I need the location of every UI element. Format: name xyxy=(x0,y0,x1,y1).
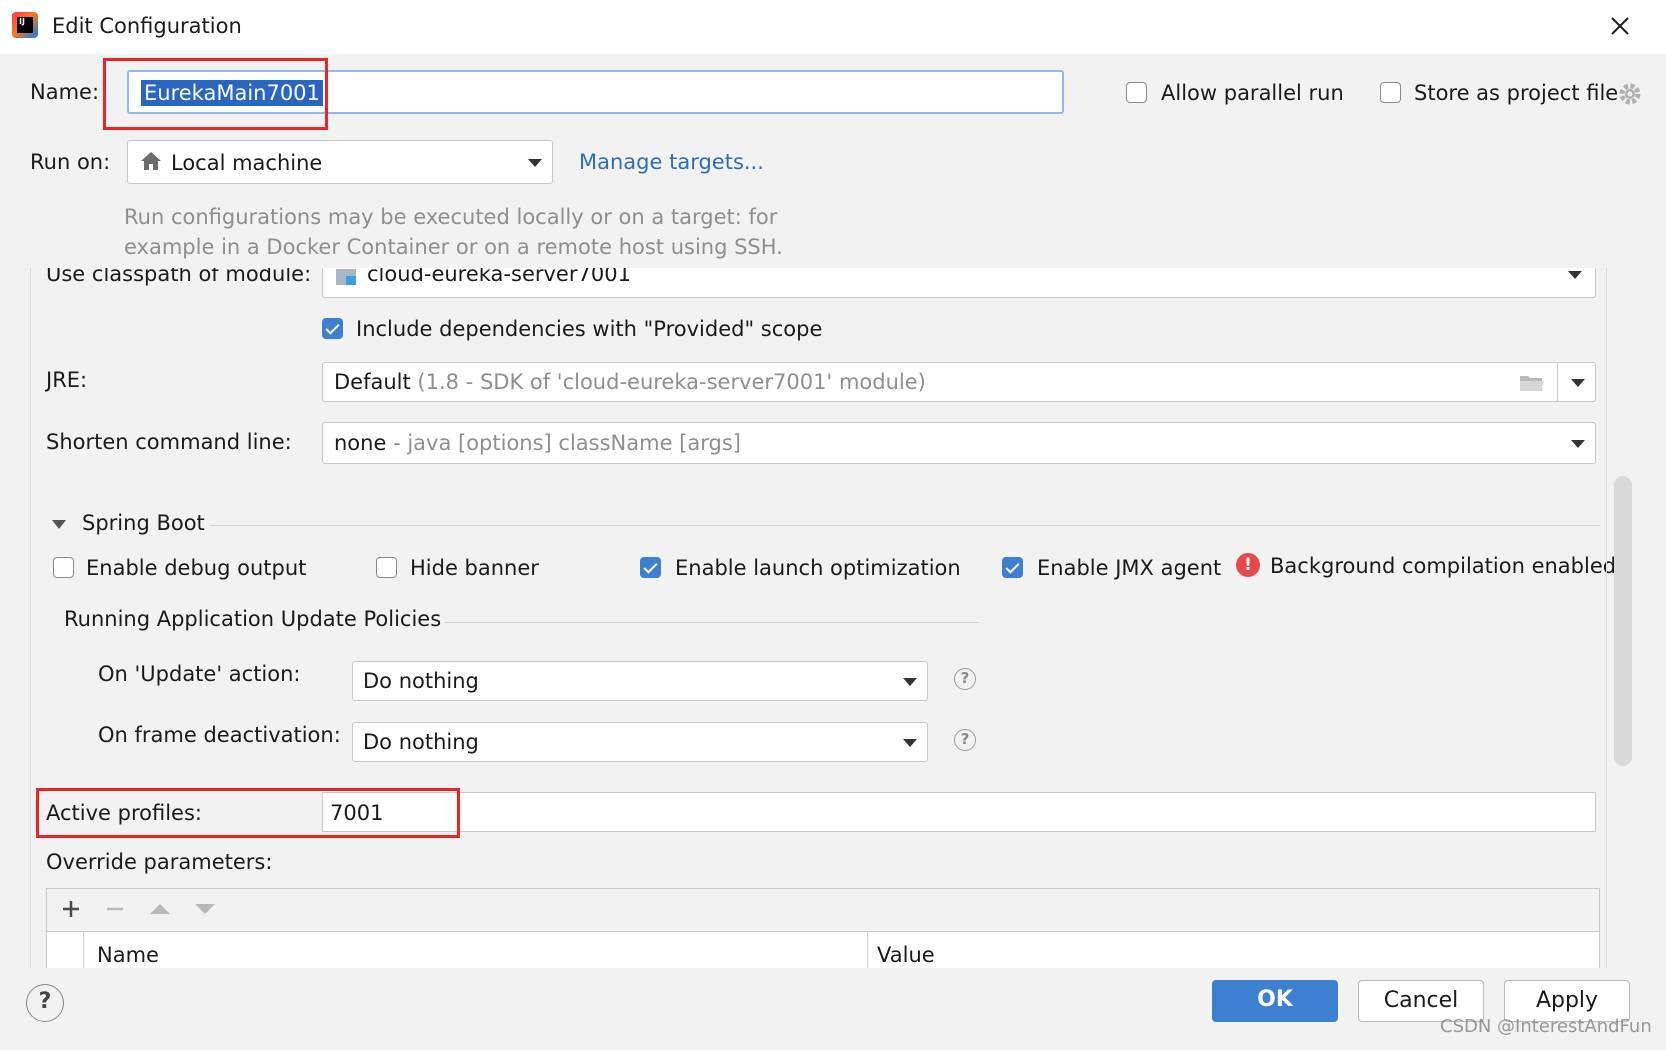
spring-boot-section-title: Spring Boot xyxy=(82,511,205,535)
run-on-select[interactable]: Local machine xyxy=(127,140,553,184)
update-policies-separator xyxy=(444,622,979,623)
ok-button[interactable]: OK xyxy=(1212,980,1338,1022)
chevron-down-icon xyxy=(1571,440,1585,448)
add-icon[interactable] xyxy=(59,897,83,921)
config-scroll-panel: Use classpath of module: cloud-eureka-se… xyxy=(0,268,1666,968)
run-on-hint-line1: Run configurations may be executed local… xyxy=(124,205,778,229)
move-up-icon[interactable] xyxy=(150,904,170,914)
close-icon[interactable] xyxy=(1606,12,1634,40)
collapse-triangle-icon[interactable] xyxy=(52,520,66,529)
chevron-down-icon xyxy=(528,159,542,167)
on-update-value: Do nothing xyxy=(363,669,479,693)
help-icon[interactable]: ? xyxy=(954,729,976,751)
background-compilation-label: Background compilation enabled xyxy=(1270,554,1617,578)
column-header-value[interactable]: Value xyxy=(877,945,935,966)
move-down-icon[interactable] xyxy=(195,904,215,914)
enable-jmx-agent-checkbox[interactable] xyxy=(1002,557,1023,578)
intellij-logo-icon: IJ xyxy=(12,12,38,38)
error-icon: ! xyxy=(1236,553,1260,577)
classpath-label: Use classpath of module: xyxy=(46,268,312,286)
on-frame-deactivation-select[interactable]: Do nothing xyxy=(352,722,928,762)
manage-targets-link[interactable]: Manage targets... xyxy=(579,152,764,173)
run-on-value: Local machine xyxy=(171,151,323,175)
help-icon[interactable]: ? xyxy=(26,984,64,1022)
spring-boot-separator xyxy=(210,525,1600,526)
allow-parallel-run-checkbox[interactable] xyxy=(1126,82,1147,103)
allow-parallel-run-label[interactable]: Allow parallel run xyxy=(1161,83,1344,104)
shorten-command-line-label: Shorten command line: xyxy=(46,430,292,454)
help-icon[interactable]: ? xyxy=(954,668,976,690)
home-icon xyxy=(140,151,162,171)
enable-debug-output-label[interactable]: Enable debug output xyxy=(86,558,306,579)
shorten-command-line-select[interactable]: none - java [options] className [args] xyxy=(322,422,1596,464)
hide-banner-label[interactable]: Hide banner xyxy=(410,558,539,579)
run-on-hint-line2: example in a Docker Container or on a re… xyxy=(124,235,783,259)
chevron-down-icon[interactable] xyxy=(1571,379,1585,387)
jre-label: JRE: xyxy=(46,368,88,392)
folder-icon[interactable] xyxy=(1519,373,1545,393)
jre-select[interactable]: Default (1.8 - SDK of 'cloud-eureka-serv… xyxy=(322,362,1596,402)
override-parameters-table: Name Value xyxy=(46,888,1600,968)
chevron-down-icon xyxy=(1568,271,1582,279)
on-frame-deactivation-label: On frame deactivation: xyxy=(98,723,341,747)
remove-icon[interactable] xyxy=(103,897,127,921)
window-title: Edit Configuration xyxy=(52,14,242,38)
shorten-value: none - java [options] className [args] xyxy=(334,431,741,455)
gear-icon[interactable] xyxy=(1618,82,1642,106)
on-frame-value: Do nothing xyxy=(363,730,479,754)
enable-jmx-agent-label[interactable]: Enable JMX agent xyxy=(1037,558,1221,579)
chevron-down-icon xyxy=(903,678,917,686)
store-as-project-file-checkbox[interactable] xyxy=(1380,82,1401,103)
hide-banner-checkbox[interactable] xyxy=(376,557,397,578)
module-icon xyxy=(336,269,356,285)
column-header-name[interactable]: Name xyxy=(97,945,159,966)
jre-value: Default (1.8 - SDK of 'cloud-eureka-serv… xyxy=(334,370,926,394)
name-highlight-box xyxy=(103,58,328,130)
watermark: CSDN @InterestAndFun xyxy=(1440,1016,1652,1037)
active-profiles-highlight-box xyxy=(36,788,460,838)
on-update-label: On 'Update' action: xyxy=(98,662,301,686)
scrollbar-thumb[interactable] xyxy=(1614,476,1632,766)
enable-launch-optimization-checkbox[interactable] xyxy=(640,557,661,578)
on-update-select[interactable]: Do nothing xyxy=(352,661,928,701)
update-policies-title: Running Application Update Policies xyxy=(64,607,442,631)
run-on-label: Run on: xyxy=(30,150,111,174)
override-parameters-label: Override parameters: xyxy=(46,850,273,874)
name-label: Name: xyxy=(30,80,100,104)
enable-launch-optimization-label[interactable]: Enable launch optimization xyxy=(675,558,961,579)
title-bar xyxy=(0,0,1666,54)
include-dependencies-label[interactable]: Include dependencies with "Provided" sco… xyxy=(356,319,822,340)
classpath-value: cloud-eureka-server7001 xyxy=(367,268,631,286)
include-dependencies-checkbox[interactable] xyxy=(322,318,343,339)
chevron-down-icon xyxy=(903,739,917,747)
scrollbar-track[interactable] xyxy=(1606,268,1607,968)
active-profiles-input[interactable]: 7001 xyxy=(322,792,1596,832)
store-as-project-file-label[interactable]: Store as project file xyxy=(1414,83,1618,104)
panel-left-border xyxy=(30,268,31,968)
enable-debug-output-checkbox[interactable] xyxy=(53,557,74,578)
